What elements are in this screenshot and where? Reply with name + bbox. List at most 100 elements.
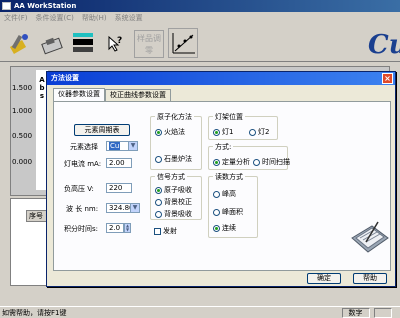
element-select[interactable]: Cu ▼ <box>106 141 138 151</box>
signal-absorption-label: 原子吸收 <box>164 186 192 194</box>
lamp-1-radio[interactable]: 灯1 <box>213 127 233 137</box>
signal-title: 信号方式 <box>155 172 187 182</box>
reading-peak-area-radio[interactable]: 峰面积 <box>213 207 243 217</box>
lamp-position-group: 灯架位置 灯1 灯2 <box>208 112 278 140</box>
atomization-flame-label: 火焰法 <box>164 128 185 136</box>
reading-peak-height-radio[interactable]: 峰高 <box>213 189 236 199</box>
dialog-title: 方法设置 <box>51 74 79 82</box>
y-tick: 0.000 <box>12 158 33 166</box>
radio-dot-icon <box>155 198 162 206</box>
tools-button[interactable] <box>4 28 34 58</box>
tab-calibration-params[interactable]: 校正曲线参数设置 <box>105 89 171 101</box>
radio-dot-icon <box>249 128 256 136</box>
element-value: Cu <box>109 142 121 150</box>
calibration-curve-button[interactable] <box>168 28 198 58</box>
signal-absorption-radio[interactable]: 原子吸收 <box>155 185 192 195</box>
app-title: AA WorkStation <box>14 2 77 10</box>
print-button[interactable] <box>68 28 98 58</box>
radio-dot-icon <box>155 155 162 163</box>
close-icon[interactable]: × <box>382 73 393 84</box>
atomization-flame-radio[interactable]: 火焰法 <box>155 127 185 137</box>
radio-dot-icon <box>213 224 220 232</box>
instrument-icon <box>41 37 63 55</box>
y-tick: 1.000 <box>12 107 33 115</box>
lamp-2-label: 灯2 <box>258 128 270 136</box>
curve-icon <box>172 33 195 54</box>
menu-file[interactable]: 文件(F) <box>4 12 28 24</box>
dialog-title-bar: 方法设置 × <box>47 72 395 85</box>
reading-continuous-radio[interactable]: 连续 <box>213 223 236 233</box>
document-settings-illustration <box>351 221 389 253</box>
status-bar: 如需帮助，请按F1键 数字 <box>0 306 400 318</box>
mode-quantitative-radio[interactable]: 定量分析 <box>213 157 250 167</box>
element-label: 元素选择 <box>70 143 98 151</box>
lamp-position-title: 灯架位置 <box>213 112 245 122</box>
chevron-down-icon[interactable]: ▼ <box>128 142 137 150</box>
negative-high-voltage-input[interactable]: 220 <box>106 183 132 193</box>
emission-checkbox[interactable]: 发射 <box>154 226 177 236</box>
sample-zero-button[interactable]: 样品调零 <box>134 30 164 58</box>
wavelength-label: 波 长 nm: <box>66 205 99 213</box>
negative-high-voltage-label: 负高压 V: <box>64 185 94 193</box>
integration-time-stepper[interactable]: ▲ ▼ <box>124 223 131 233</box>
app-icon <box>2 2 11 10</box>
atomization-group-title: 原子化方法 <box>155 112 194 122</box>
method-settings-dialog: 方法设置 × 仪器参数设置 校正曲线参数设置 元素周期表 元素选择 Cu ▼ 灯… <box>46 71 396 287</box>
instrument-button[interactable] <box>36 28 66 58</box>
menu-help[interactable]: 帮助(H) <box>82 12 107 24</box>
status-empty-pane <box>373 308 392 318</box>
lamp-2-radio[interactable]: 灯2 <box>249 127 269 137</box>
menu-conditions[interactable]: 条件设置(C) <box>36 12 74 24</box>
y-axis-label: A b s <box>39 76 45 100</box>
radio-dot-icon <box>213 190 220 198</box>
signal-background-absorption-label: 背景吸收 <box>164 210 192 218</box>
mode-group: 方式: 定量分析 时间扫描 <box>208 142 290 170</box>
reading-group: 读数方式 峰高 峰面积 连续 <box>208 172 258 238</box>
context-help-button[interactable]: ? <box>100 28 130 58</box>
lamp-1-label: 灯1 <box>222 128 234 136</box>
checkbox-icon <box>154 227 161 235</box>
mode-quantitative-label: 定量分析 <box>222 158 250 166</box>
reading-continuous-label: 连续 <box>222 224 236 232</box>
mode-time-scan-radio[interactable]: 时间扫描 <box>253 157 290 167</box>
atomization-furnace-label: 石墨炉法 <box>164 155 192 163</box>
lamp-current-input[interactable]: 2.00 <box>106 158 132 168</box>
emission-label: 发射 <box>163 227 177 235</box>
tab-instrument-params[interactable]: 仪器参数设置 <box>53 88 105 101</box>
status-indicator: 数字 <box>341 308 370 318</box>
printer-icon <box>73 33 93 52</box>
wavelength-select[interactable]: 324.80 ▼ <box>106 203 140 213</box>
atomization-group: 原子化方法 火焰法 石墨炉法 <box>150 112 202 170</box>
menu-system-settings[interactable]: 系统设置 <box>115 12 143 24</box>
tools-icon <box>9 34 28 54</box>
help-button[interactable]: 帮助 <box>353 273 387 284</box>
chevron-down-icon[interactable]: ▼ <box>130 204 139 212</box>
radio-dot-icon <box>155 210 162 218</box>
status-help-text: 如需帮助，请按F1键 <box>2 309 67 317</box>
ok-button[interactable]: 确定 <box>307 273 341 284</box>
svg-text:?: ? <box>117 36 122 46</box>
atomization-furnace-radio[interactable]: 石墨炉法 <box>155 154 192 164</box>
toolbar: ? 样品调零 <box>0 24 400 62</box>
radio-dot-icon <box>155 186 162 194</box>
dialog-tabs: 仪器参数设置 校正曲线参数设置 <box>53 88 171 101</box>
lamp-current-label: 灯电流 mA: <box>64 160 102 168</box>
signal-group: 信号方式 原子吸收 背景校正 背景吸收 <box>150 172 202 220</box>
app-title-bar: AA WorkStation <box>0 0 400 12</box>
signal-background-correction-label: 背景校正 <box>164 198 192 206</box>
radio-dot-icon <box>213 128 220 136</box>
radio-dot-icon <box>213 208 220 216</box>
reading-peak-area-label: 峰面积 <box>222 208 243 216</box>
table-header-index: 序号 <box>26 210 48 222</box>
reading-peak-height-label: 峰高 <box>222 190 236 198</box>
y-tick: 1.500 <box>12 84 33 92</box>
signal-background-correction-radio[interactable]: 背景校正 <box>155 197 192 207</box>
help-pointer-icon: ? <box>108 35 122 52</box>
periodic-table-button[interactable]: 元素周期表 <box>74 124 130 136</box>
signal-background-absorption-radio[interactable]: 背景吸收 <box>155 209 192 219</box>
integration-time-input[interactable]: 2.0 <box>106 223 124 233</box>
tab-panel: 元素周期表 元素选择 Cu ▼ 灯电流 mA: 2.00 负高压 V: 220 … <box>53 101 391 271</box>
element-brand-label: Cu <box>368 30 400 60</box>
mode-title: 方式: <box>213 142 234 152</box>
integration-time-label: 积分时间s: <box>64 225 99 233</box>
